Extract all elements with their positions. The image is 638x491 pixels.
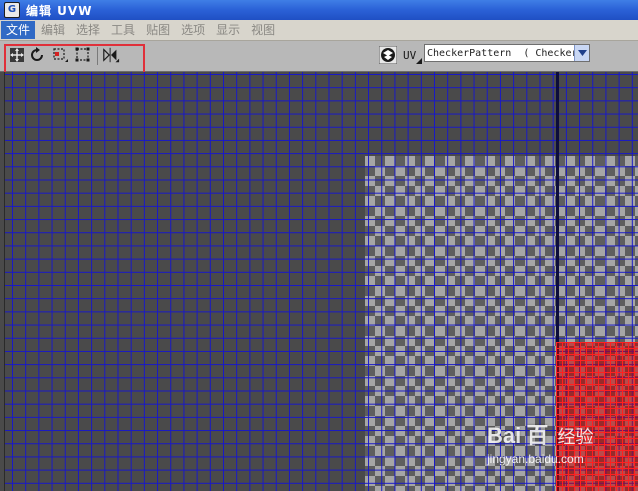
move-tool-button[interactable] bbox=[8, 46, 26, 64]
move-icon bbox=[10, 48, 24, 62]
scale-icon bbox=[53, 48, 68, 62]
uv-channel-label: UV bbox=[403, 49, 417, 62]
rotate-icon bbox=[31, 47, 43, 61]
texture-select[interactable]: CheckerPattern ( Checker bbox=[424, 44, 590, 62]
menu-edit[interactable]: 编辑 bbox=[36, 21, 70, 39]
menu-file[interactable]: 文件 bbox=[1, 21, 36, 39]
window-title: 编辑 UVW bbox=[26, 3, 93, 18]
scale-tool-button[interactable] bbox=[52, 46, 70, 64]
selected-uv-mesh[interactable] bbox=[556, 342, 638, 491]
app-icon[interactable]: G bbox=[4, 2, 20, 18]
show-map-button[interactable] bbox=[379, 46, 397, 64]
menu-select[interactable]: 选择 bbox=[71, 21, 105, 39]
rotate-tool-button[interactable] bbox=[28, 46, 46, 64]
freeform-tool-button[interactable] bbox=[74, 46, 92, 64]
freeform-icon bbox=[75, 47, 90, 62]
menu-view[interactable]: 视图 bbox=[246, 21, 280, 39]
menu-tools[interactable]: 工具 bbox=[106, 21, 140, 39]
menu-bar: 文件 编辑 选择 工具 贴图 选项 显示 视图 bbox=[0, 20, 638, 41]
texture-select-value: CheckerPattern ( Checker bbox=[427, 47, 577, 59]
title-bar: G 编辑 UVW bbox=[0, 0, 638, 20]
menu-mapping[interactable]: 贴图 bbox=[141, 21, 175, 39]
chevron-down-icon bbox=[577, 50, 587, 56]
uv-editor-viewport[interactable] bbox=[4, 72, 638, 491]
toolbar-separator bbox=[97, 47, 98, 65]
mirror-icon bbox=[103, 47, 120, 63]
menu-display[interactable]: 显示 bbox=[211, 21, 245, 39]
mirror-tool-button[interactable] bbox=[102, 46, 120, 64]
texture-select-dropdown-button[interactable] bbox=[574, 45, 589, 61]
uv-dropdown-corner-icon[interactable] bbox=[416, 58, 422, 64]
checker-sphere-icon bbox=[379, 46, 397, 64]
uv-grid bbox=[5, 72, 638, 491]
menu-options[interactable]: 选项 bbox=[176, 21, 210, 39]
toolbar: UV CheckerPattern ( Checker bbox=[0, 41, 638, 74]
